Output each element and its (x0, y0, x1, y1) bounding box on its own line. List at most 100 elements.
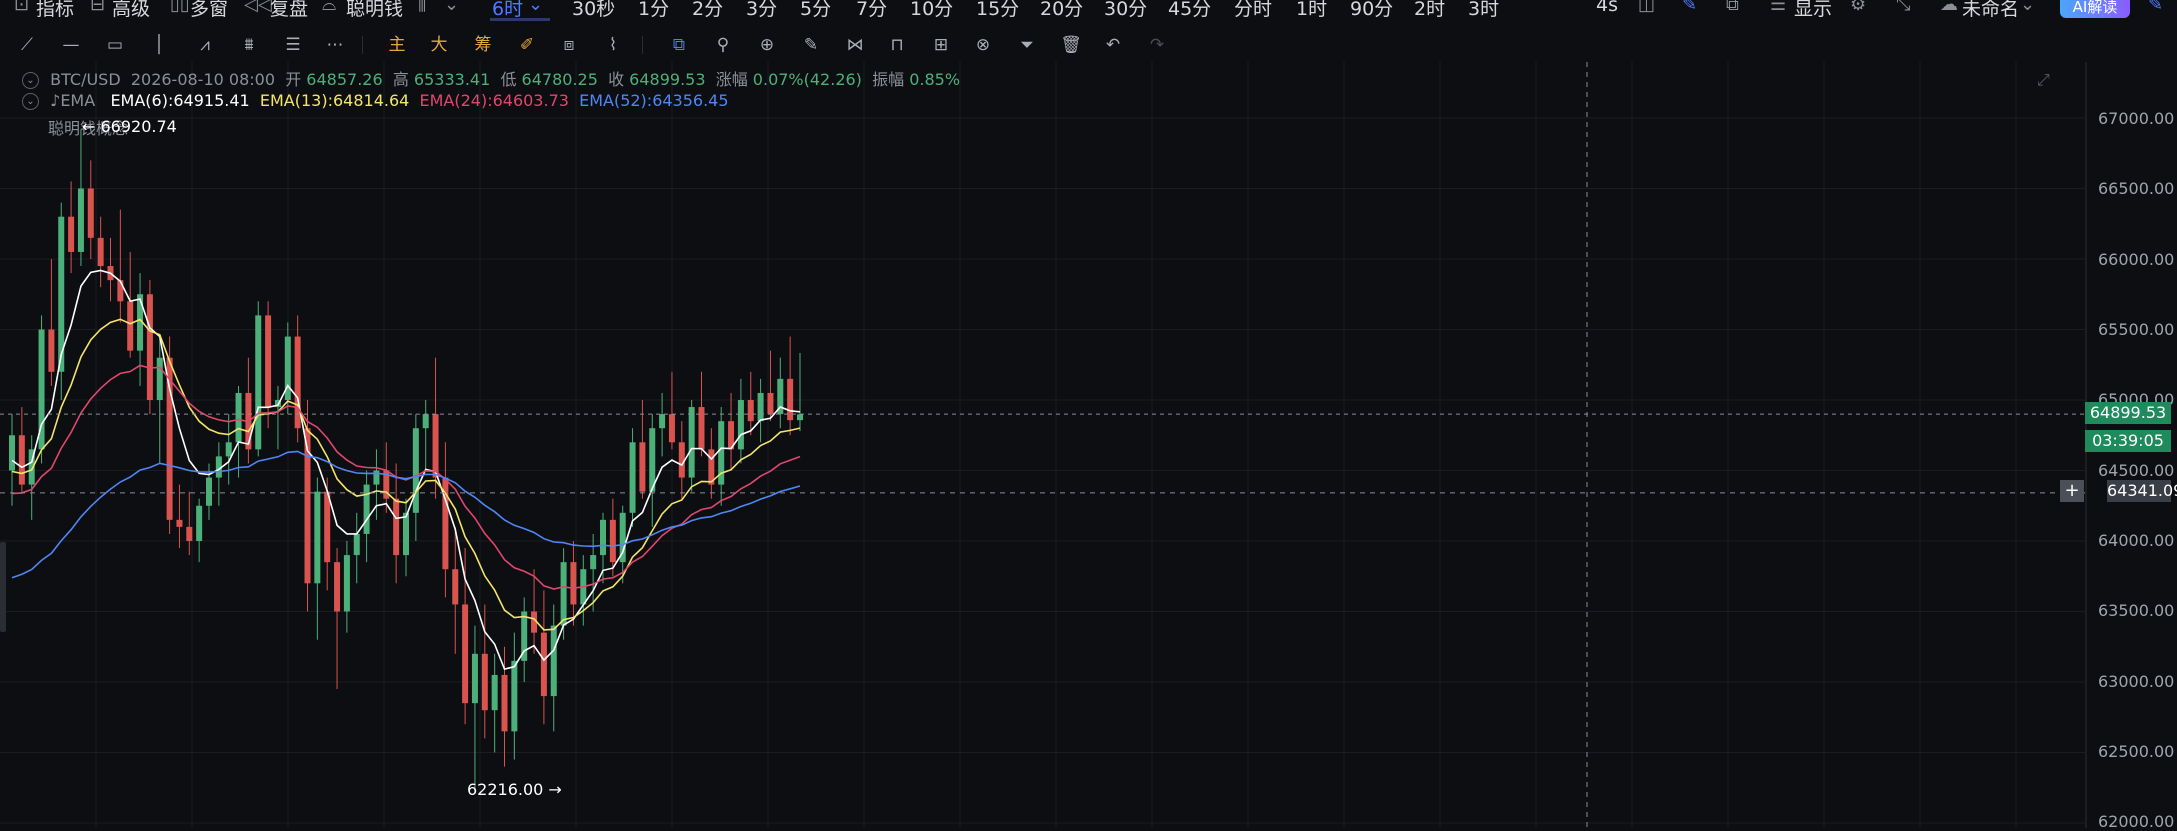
pen-icon[interactable]: ✎ (798, 32, 824, 58)
interval-item[interactable]: 2时 (1414, 0, 1445, 21)
candle-body (127, 301, 134, 351)
candle-body (146, 294, 153, 400)
interval-item[interactable]: 1时 (1296, 0, 1327, 21)
bell-icon[interactable]: ♪ (50, 91, 60, 110)
camera-icon[interactable]: ◫ (1638, 0, 1655, 15)
edit-icon[interactable]: ✎ (1682, 0, 1697, 15)
interval-chevron-icon[interactable]: ⌄ (528, 0, 543, 15)
interval-item[interactable]: 20分 (1040, 0, 1083, 21)
candle-body (77, 188, 84, 252)
advanced-icon[interactable]: ⊟ (90, 0, 105, 15)
magic-draw-icon[interactable]: ✐ (514, 32, 540, 58)
multi-window-icon[interactable]: ▯▯ (170, 0, 190, 15)
candle-body (156, 357, 163, 400)
interval-item[interactable]: 分时 (1234, 0, 1272, 21)
trend-line-icon[interactable]: ⟋ (14, 32, 40, 58)
share-icon[interactable]: ⧉ (1726, 0, 1739, 15)
price-chart[interactable] (0, 62, 2177, 828)
candle-body (639, 442, 646, 492)
ai-interpret-button[interactable]: AI解读 (2060, 0, 2130, 18)
mirror-icon[interactable]: ⋈ (842, 32, 868, 58)
compare-icon[interactable]: ⧈ (556, 32, 582, 58)
interval-item[interactable]: 3分 (746, 0, 777, 21)
interval-item[interactable]: 45分 (1168, 0, 1211, 21)
refresh-rate[interactable]: 4s (1596, 0, 1618, 16)
vertical-line-icon[interactable]: │ (146, 32, 172, 58)
interval-item[interactable]: 2分 (692, 0, 723, 21)
horizontal-line-icon[interactable]: — (58, 32, 84, 58)
interval-item[interactable]: 5分 (800, 0, 831, 21)
interval-item[interactable]: 10分 (910, 0, 953, 21)
copy-icon[interactable]: ⧉ (666, 32, 692, 58)
candle-body (609, 519, 616, 563)
magnet-icon[interactable]: ⊗ (970, 32, 996, 58)
interval-item[interactable]: 15分 (976, 0, 1019, 21)
interval-item[interactable]: 90分 (1350, 0, 1393, 21)
add-alert-icon[interactable]: + (2060, 480, 2084, 502)
parallel-channel-icon[interactable]: ☰ (280, 32, 306, 58)
candle-body (698, 407, 705, 450)
candle-body (452, 569, 459, 605)
cloud-icon[interactable]: ☁ (1940, 0, 1958, 15)
interval-item[interactable]: 30分 (1104, 0, 1147, 21)
undo-icon[interactable]: ↶ (1100, 32, 1126, 58)
smart-money-icon[interactable]: ⌓ (322, 0, 336, 15)
filter-icon[interactable]: ⏷ (1014, 32, 1040, 58)
layout-chevron-icon[interactable]: ⌄ (2020, 0, 2035, 15)
ruler-icon[interactable]: ⩘ (192, 32, 218, 58)
indicator-icon[interactable]: ⊡ (14, 0, 29, 15)
collapse-icon[interactable]: ⌄ (22, 93, 39, 110)
lock-icon[interactable]: ⊓ (884, 32, 910, 58)
menu-multi-window[interactable]: 多窗 (190, 0, 228, 21)
delete-icon[interactable]: 🗑 (1058, 32, 1084, 58)
price-tick: 62000.00 (2098, 812, 2175, 831)
candle-body (206, 477, 212, 506)
interval-item[interactable]: 1分 (638, 0, 669, 21)
interval-item[interactable]: 7分 (856, 0, 887, 21)
candle-body (737, 400, 744, 450)
fullscreen-icon[interactable]: ⤡ (1896, 0, 1910, 15)
replay-icon[interactable]: ◁◁ (244, 0, 272, 15)
candle-body (688, 407, 695, 478)
menu-replay[interactable]: 复盘 (270, 0, 308, 21)
rectangle-icon[interactable]: ▭ (102, 32, 128, 58)
interval-item[interactable]: 3时 (1468, 0, 1499, 21)
chevron-down-icon[interactable]: ⌄ (444, 0, 459, 15)
menu-indicator[interactable]: 指标 (36, 0, 74, 21)
candle-body (767, 392, 774, 415)
measure-icon[interactable]: ⚲ (710, 32, 736, 58)
symbol-pair: BTC/USD (50, 70, 121, 89)
display-menu[interactable]: 显示 (1794, 0, 1832, 21)
display-list-icon[interactable]: ☰ (1770, 0, 1786, 15)
top-menu-bar: ⊡ 指标 ⊟ 高级 ▯▯ 多窗 ◁◁ 复盘 ⌓ 聪明钱 ⫼ ⌄ 6时 ⌄ 30秒… (0, 0, 2177, 22)
template-icon[interactable]: ⊞ (928, 32, 954, 58)
main-indicator-icon[interactable]: 主 (384, 32, 410, 58)
menu-smart-money[interactable]: 聪明钱 (346, 0, 403, 21)
settings-icon[interactable]: ⚙ (1850, 0, 1866, 15)
left-scroll-handle (0, 542, 6, 632)
interval-item[interactable]: 30秒 (572, 0, 615, 21)
zoom-icon[interactable]: ⊕ (754, 32, 780, 58)
chip-icon[interactable]: 筹 (470, 32, 496, 58)
candle-body (471, 653, 478, 704)
fibonacci-icon[interactable]: ⩩ (236, 32, 262, 58)
big-order-icon[interactable]: 大 (426, 32, 452, 58)
high-value: 65333.41 (413, 70, 491, 89)
candle-body (176, 519, 183, 527)
last-price-tag: 64899.53 (2085, 402, 2171, 424)
high-label: 高 (392, 70, 409, 89)
layout-name[interactable]: 未命名 (1962, 0, 2019, 21)
collapse-icon[interactable]: ⌄ (22, 72, 39, 89)
ema52-value: EMA(52):64356.45 (579, 91, 729, 110)
price-tick: 65500.00 (2098, 320, 2175, 339)
redo-icon[interactable]: ↷ (1144, 32, 1170, 58)
more-drawings-icon[interactable]: ⋯ (322, 32, 348, 58)
brush-icon[interactable]: ⌇ (600, 32, 626, 58)
edit-note-icon[interactable]: ✎ (2148, 0, 2163, 15)
candle-body (18, 435, 25, 485)
menu-advanced[interactable]: 高级 (112, 0, 150, 21)
open-label: 开 (285, 70, 302, 89)
chart-type-icon[interactable]: ⫼ (418, 0, 426, 15)
expand-icon[interactable]: ⤢ (2037, 70, 2059, 89)
ema-indicator-name[interactable]: EMA (60, 91, 95, 110)
